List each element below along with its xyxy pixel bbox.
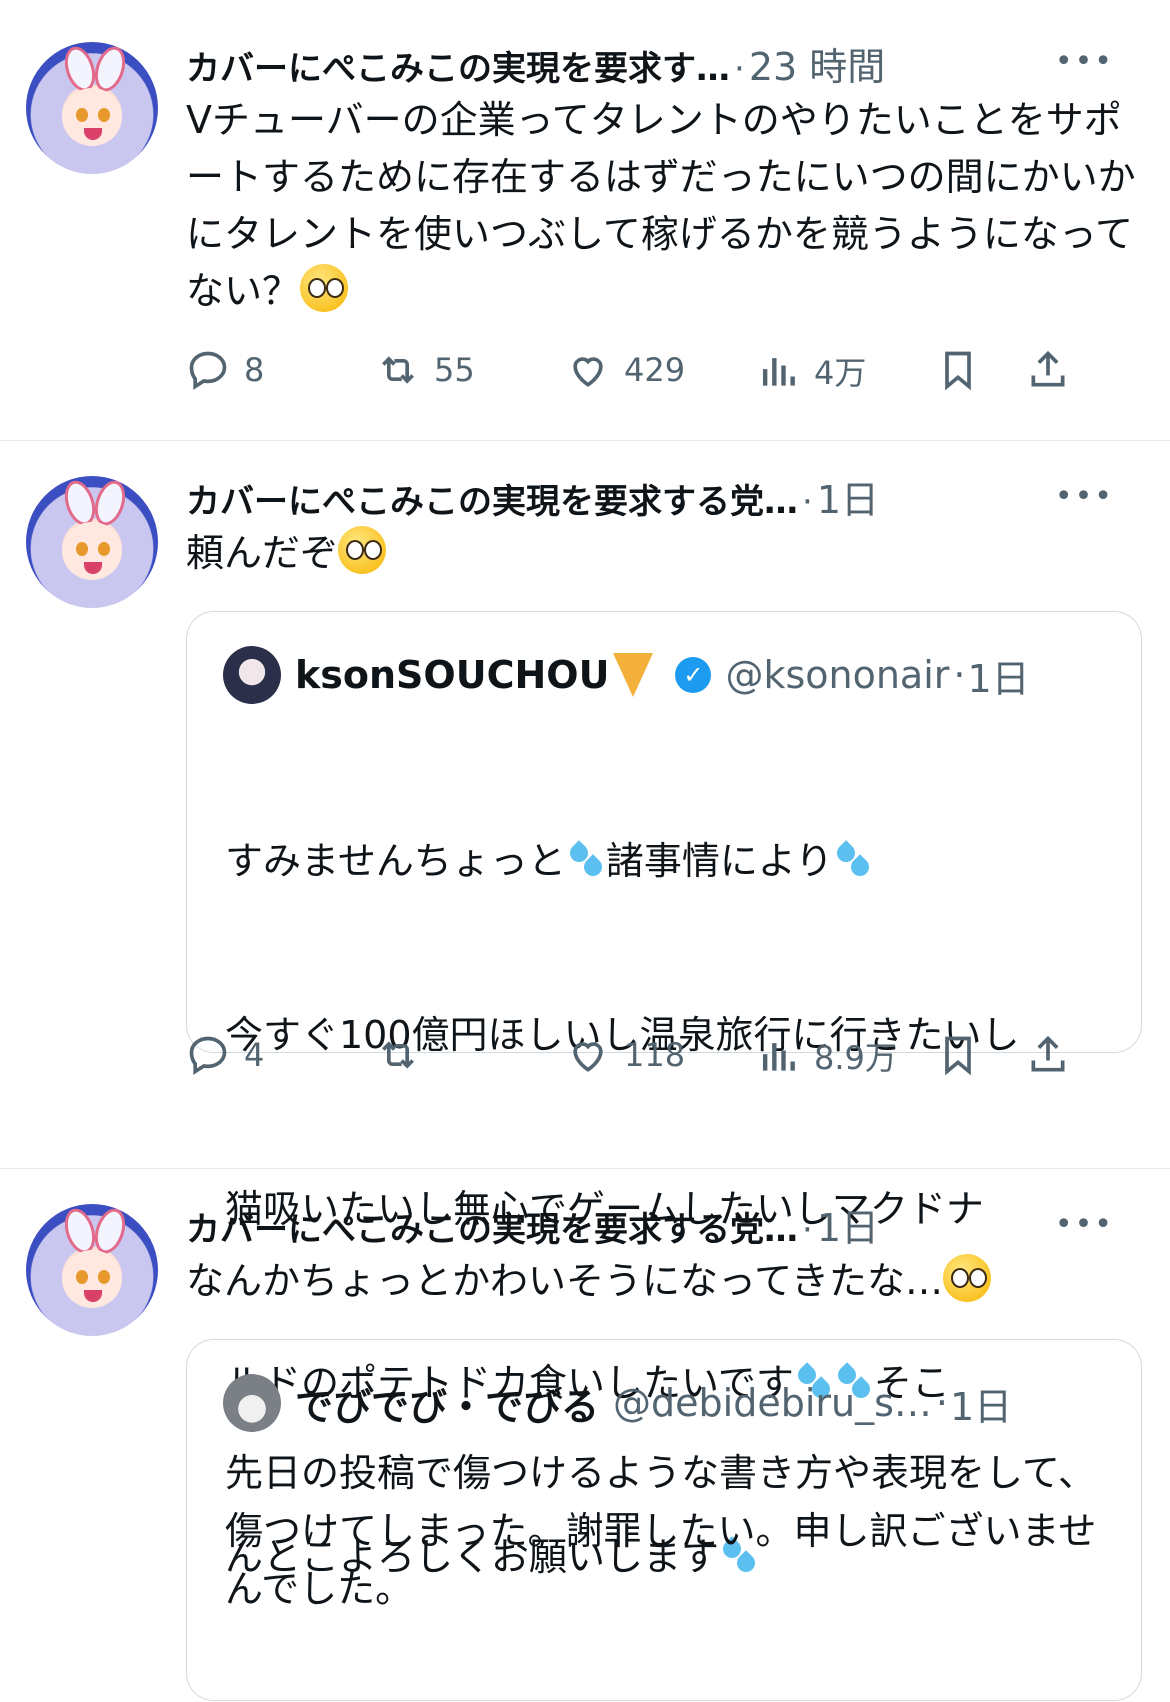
separator-dot: · (953, 653, 966, 697)
author-name[interactable]: カバーにぺこみこの実現を要求する党… (186, 1202, 798, 1251)
pleading-face-emoji (942, 1254, 991, 1302)
reply-icon (189, 1036, 227, 1075)
quote-author-name: ksonSOUCHOU (295, 653, 610, 697)
separator-dot: · (802, 482, 813, 522)
quote-line: すみませんちょっと (225, 839, 566, 883)
quote-author-avatar (223, 646, 281, 704)
author-name[interactable]: カバーにぺこみこの実現を要求す… (186, 41, 730, 90)
tweet-3[interactable]: カバーにぺこみこの実現を要求する党… · 1日 ••• なんかちょっとかわいそう… (0, 1169, 1170, 1701)
more-options-icon[interactable]: ••• (1055, 1207, 1114, 1242)
views-button[interactable]: 4万 (756, 348, 866, 394)
pleading-face-emoji (338, 526, 387, 574)
retweet-count: 55 (434, 351, 475, 389)
bookmark-button[interactable] (936, 1033, 994, 1077)
share-icon (1031, 350, 1065, 387)
tweet-actions: 8 55 429 4万 (186, 348, 1146, 398)
share-button[interactable] (1026, 348, 1084, 392)
author-name[interactable]: カバーにぺこみこの実現を要求する党… (186, 474, 798, 523)
quote-author-avatar (223, 1374, 281, 1432)
share-button[interactable] (1026, 1033, 1084, 1077)
author-avatar[interactable] (26, 42, 158, 174)
like-button[interactable]: 118 (566, 1033, 685, 1077)
quote-text: 先日の投稿で傷つけるような書き方や表現をして、傷つけてしまった。謝罪したい。申し… (225, 1451, 1097, 1611)
tweet-text-content: 頼んだぞ (186, 531, 339, 575)
separator-dot: · (734, 49, 745, 89)
sweat-droplets-emoji (566, 840, 606, 880)
pleading-face-emoji (300, 264, 349, 312)
tweet-text: 頼んだぞ (186, 525, 1136, 582)
retweet-icon (382, 1041, 414, 1069)
tweet-time[interactable]: 23 時間 (749, 36, 885, 91)
quote-author-name: でびでび・でびる (295, 1384, 600, 1429)
quoted-tweet[interactable]: ksonSOUCHOU ✓ @ksononair · 1日 すみませんちょっと諸… (186, 611, 1142, 1579)
bookmark-button[interactable] (936, 348, 994, 392)
views-button[interactable]: 8.9万 (756, 1033, 897, 1079)
more-options-icon[interactable]: ••• (1055, 44, 1114, 79)
reply-button[interactable]: 4 (186, 1033, 264, 1077)
tweet-text: Vチューバーの企業ってタレントのやりたいことをサポートするために存在するはずだっ… (186, 92, 1136, 320)
bookmark-icon (945, 1036, 971, 1076)
share-icon (1031, 1035, 1065, 1072)
tweet-time[interactable]: 1日 (817, 469, 879, 524)
reply-count: 4 (244, 1036, 265, 1074)
like-count: 118 (624, 1036, 686, 1074)
retweet-icon (382, 356, 414, 384)
quoted-tweet[interactable]: でびでび・でびる @debidebiru_s… · 1日 先日の投稿で傷つけるよ… (186, 1339, 1142, 1701)
tweet-time[interactable]: 1日 (817, 1197, 879, 1252)
quote-time: 1日 (949, 1384, 1013, 1429)
retweet-button[interactable]: 55 (376, 348, 475, 392)
pizza-emoji (613, 653, 654, 697)
tweet-text: なんかちょっとかわいそうになってきたな… (186, 1253, 1136, 1310)
more-options-icon[interactable]: ••• (1055, 479, 1114, 514)
heart-icon (573, 357, 603, 387)
separator-dot: · (802, 1210, 813, 1250)
sweat-droplets-emoji (833, 840, 873, 880)
tweet-1[interactable]: カバーにぺこみこの実現を要求す… · 23 時間 ••• Vチューバーの企業って… (0, 0, 1170, 440)
verified-badge-icon: ✓ (675, 657, 712, 693)
reply-count: 8 (244, 351, 265, 389)
tweet-text-content: なんかちょっとかわいそうになってきたな… (186, 1259, 943, 1303)
like-count: 429 (624, 351, 686, 389)
quote-author-handle: @ksononair (725, 653, 950, 697)
reply-button[interactable]: 8 (186, 348, 264, 392)
analytics-icon (762, 1043, 795, 1071)
quote-time: 1日 (967, 656, 1030, 701)
author-avatar[interactable] (26, 1204, 158, 1336)
reply-icon (189, 351, 227, 390)
view-count: 8.9万 (814, 1039, 897, 1077)
tweet-actions: 4 118 8.9万 (186, 1033, 1146, 1083)
like-button[interactable]: 429 (566, 348, 685, 392)
tweet-2[interactable]: カバーにぺこみこの実現を要求する党… · 1日 ••• 頼んだぞ ksonSOU… (0, 441, 1170, 1579)
quote-author-handle: @debidebiru_s… (613, 1381, 932, 1425)
retweet-button[interactable] (376, 1033, 434, 1077)
view-count: 4万 (814, 354, 867, 392)
author-avatar[interactable] (26, 476, 158, 608)
separator-dot: · (935, 1381, 948, 1425)
analytics-icon (762, 358, 795, 386)
heart-icon (573, 1042, 603, 1072)
quote-line: 諸事情により (605, 839, 834, 883)
bookmark-icon (945, 351, 971, 391)
